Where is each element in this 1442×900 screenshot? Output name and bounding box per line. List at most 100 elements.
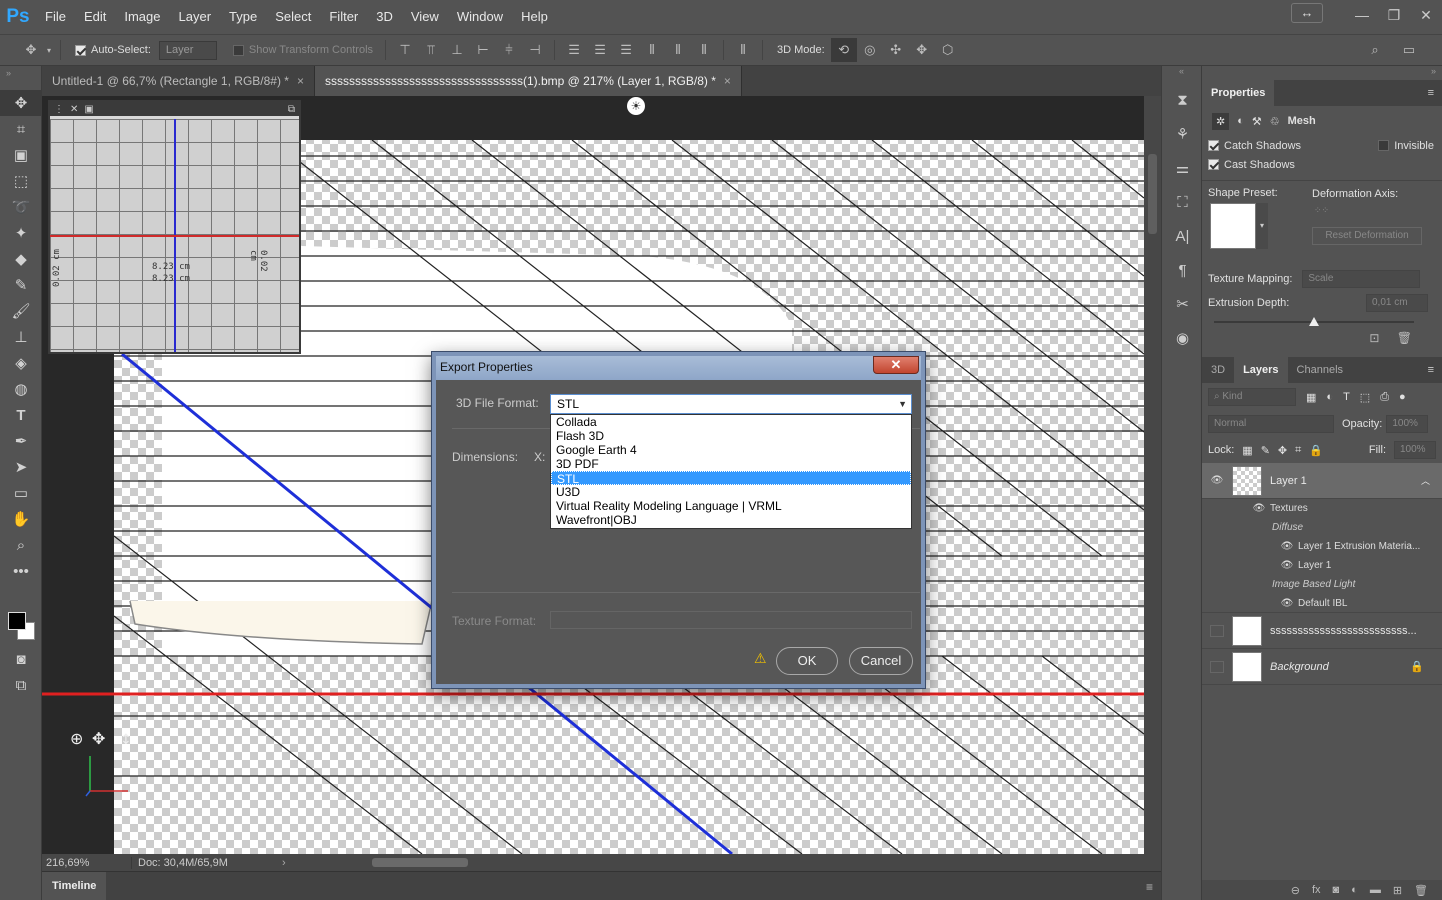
filter-smart-icon[interactable]: ⎙ — [1380, 391, 1389, 404]
auto-align-icon[interactable]: ⦀ — [730, 38, 756, 62]
workspace-icon[interactable]: ▭ — [1396, 38, 1422, 62]
option-google-earth-4[interactable]: Google Earth 4 — [551, 443, 911, 457]
scale-3d-icon[interactable]: ⬡ — [935, 38, 961, 62]
slider-thumb[interactable] — [1309, 317, 1319, 326]
menu-layer[interactable]: Layer — [170, 0, 221, 34]
kind-filter-dropdown[interactable]: ⌕ Kind — [1208, 388, 1296, 406]
close-icon[interactable]: × — [724, 74, 731, 88]
marquee-tool-icon[interactable]: ⬚ — [0, 168, 42, 194]
extrusion-depth-input[interactable]: 0,01 cm — [1366, 294, 1428, 312]
option-stl[interactable]: STL — [551, 471, 911, 486]
option-flash-3d[interactable]: Flash 3D — [551, 429, 911, 443]
extrusion-depth-slider[interactable] — [1202, 315, 1442, 331]
distribute-bottom-icon[interactable]: ☰ — [613, 38, 639, 62]
option-vrml[interactable]: Virtual Reality Modeling Language | VRML — [551, 499, 911, 513]
foreground-color-swatch[interactable] — [8, 612, 26, 630]
adjustment-layer-icon[interactable]: ◐ — [1351, 884, 1358, 896]
eye-icon[interactable]: 👁 — [1252, 503, 1266, 514]
eye-icon[interactable]: 👁 — [1280, 541, 1294, 552]
vertical-scrollbar[interactable] — [1144, 96, 1161, 854]
menu-window[interactable]: Window — [448, 0, 512, 34]
filter-type-icon[interactable]: T — [1343, 391, 1350, 403]
scroll-thumb[interactable] — [1148, 154, 1157, 234]
align-hcenter-icon[interactable]: ⫩ — [496, 38, 522, 62]
grip-icon[interactable]: ⋮ — [54, 104, 64, 115]
zoom-level[interactable]: 216,69% — [42, 856, 132, 869]
dialog-titlebar[interactable]: Export Properties ✕ — [436, 356, 921, 380]
type-tool-icon[interactable]: T — [0, 402, 42, 428]
close-icon[interactable]: × — [297, 74, 304, 88]
mesh-mode-icon[interactable]: ✲ — [1212, 112, 1230, 130]
artboard-tool-icon[interactable]: ▣ — [0, 142, 42, 168]
align-bottom-icon[interactable]: ⊥ — [444, 38, 470, 62]
character-icon[interactable]: A| — [1162, 222, 1203, 250]
save-icon[interactable]: ▣ — [84, 104, 93, 115]
more-tools-icon[interactable]: ••• — [0, 558, 42, 584]
deform-mode-icon[interactable]: ◐ — [1237, 115, 1244, 127]
menu-3d[interactable]: 3D — [367, 0, 402, 34]
opacity-input[interactable]: 100% — [1386, 415, 1429, 433]
invisible-checkbox[interactable]: Invisible — [1378, 140, 1434, 152]
group-icon[interactable]: ▬ — [1370, 884, 1381, 896]
eyedropper-icon[interactable]: ✎ — [0, 272, 42, 298]
minimize-icon[interactable]: — — [1346, 7, 1378, 23]
cancel-button[interactable]: Cancel — [849, 647, 913, 675]
screen-mode-icon[interactable]: ⧉ — [0, 672, 42, 698]
fill-input[interactable]: 100% — [1394, 441, 1436, 459]
align-top-icon[interactable]: ⊤ — [392, 38, 418, 62]
tab-layers[interactable]: Layers — [1234, 357, 1288, 383]
properties-title[interactable]: Properties — [1202, 80, 1275, 106]
extrusion-material-row[interactable]: 👁 Layer 1 Extrusion Materia... — [1202, 537, 1442, 556]
close-icon[interactable]: ✕ — [1410, 7, 1442, 24]
menu-help[interactable]: Help — [512, 0, 557, 34]
eye-icon[interactable]: 👁 — [1280, 560, 1294, 571]
visibility-toggle[interactable] — [1210, 660, 1224, 673]
format-select[interactable]: STL ▼ — [550, 394, 912, 414]
tab-3d[interactable]: 3D — [1202, 357, 1234, 383]
layer-row-sss[interactable]: sssssssssssssssssssssssss... — [1202, 613, 1442, 649]
distribute-left-icon[interactable]: ⦀ — [639, 38, 665, 62]
menu-file[interactable]: File — [36, 0, 75, 34]
status-menu-arrow-icon[interactable]: › — [282, 857, 286, 869]
auto-select-checkbox[interactable]: Auto-Select: — [75, 44, 151, 56]
stamp-tool-icon[interactable]: ⊥ — [0, 324, 42, 350]
rectangle-tool-icon[interactable]: ▭ — [0, 480, 42, 506]
eye-icon[interactable]: 👁 — [1210, 475, 1224, 486]
panel-menu-icon[interactable]: ≡ — [1146, 880, 1153, 894]
menu-select[interactable]: Select — [266, 0, 320, 34]
layer1-texture-row[interactable]: 👁 Layer 1 — [1202, 556, 1442, 575]
eraser-tool-icon[interactable]: ◈ — [0, 350, 42, 376]
filter-pixel-icon[interactable]: ▦ — [1306, 391, 1316, 404]
dodge-tool-icon[interactable]: ◍ — [0, 376, 42, 402]
texture-mapping-dropdown[interactable]: Scale — [1302, 270, 1421, 288]
distribute-right-icon[interactable]: ⦀ — [691, 38, 717, 62]
cap-mode-icon[interactable]: ⚒ — [1252, 115, 1262, 128]
hand-tool-icon[interactable]: ✋ — [0, 506, 42, 532]
move-tool-icon[interactable]: ✥ — [0, 90, 42, 116]
blend-mode-dropdown[interactable]: Normal — [1208, 415, 1334, 433]
option-3d-pdf[interactable]: 3D PDF — [551, 457, 911, 471]
tab-channels[interactable]: Channels — [1288, 357, 1352, 383]
close-icon[interactable]: ✕ — [70, 104, 78, 115]
axis-grid-icon[interactable]: ⁘⁘ — [1314, 205, 1332, 223]
move-tool-icon[interactable]: ✥ — [18, 38, 44, 62]
trash-icon[interactable]: 🗑 — [1414, 884, 1428, 897]
3d-materials-icon[interactable]: ◉ — [1162, 324, 1203, 352]
checkbox-checked-icon[interactable] — [1208, 140, 1219, 151]
crop-tool-icon[interactable]: ⌗ — [0, 116, 42, 142]
collapse-icon[interactable]: » — [0, 66, 41, 90]
timeline-tab[interactable]: Timeline — [42, 872, 107, 900]
auto-select-dropdown[interactable]: Layer — [158, 40, 217, 60]
paragraph-icon[interactable]: ¶ — [1162, 256, 1203, 284]
option-wavefront-obj[interactable]: Wavefront|OBJ — [551, 513, 911, 527]
pan-3d-icon[interactable]: ✣ — [883, 38, 909, 62]
roll-3d-icon[interactable]: ◎ — [857, 38, 883, 62]
align-vcenter-icon[interactable]: ⫪ — [418, 38, 444, 62]
zoom-tool-icon[interactable]: ⌕ — [0, 532, 42, 558]
reset-deformation-button[interactable]: Reset Deformation — [1312, 227, 1422, 245]
coordinates-mode-icon[interactable]: ♲ — [1270, 115, 1280, 128]
clone-source-icon[interactable]: ⛶ — [1162, 188, 1203, 216]
shape-preset-thumbnail[interactable] — [1210, 203, 1256, 249]
tools-icon[interactable]: ✂ — [1162, 290, 1203, 318]
quick-mask-icon[interactable]: ◙ — [0, 646, 42, 672]
